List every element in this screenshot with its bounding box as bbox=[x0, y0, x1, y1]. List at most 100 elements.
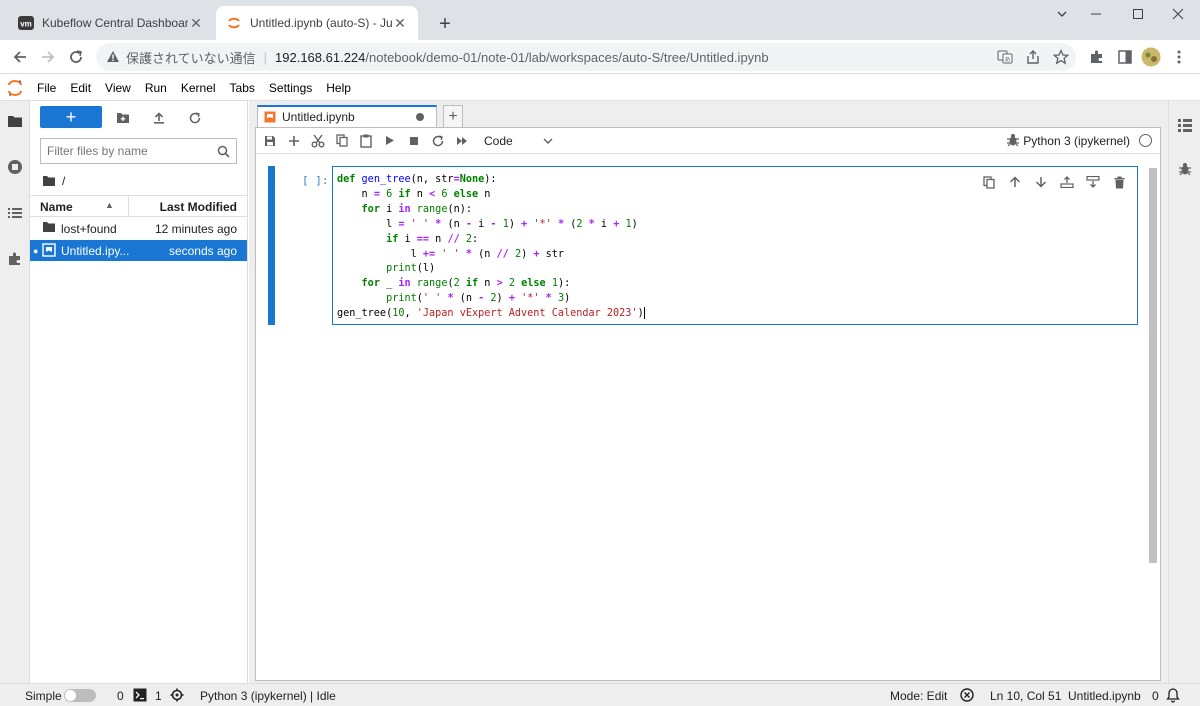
cell-type-select[interactable]: Code bbox=[484, 134, 564, 148]
file-filter-input[interactable] bbox=[47, 144, 217, 158]
save-icon[interactable] bbox=[258, 129, 282, 153]
file-browser: + / Name ▲ Last Modified bbox=[30, 101, 248, 683]
menu-tabs[interactable]: Tabs bbox=[223, 75, 262, 101]
property-inspector-icon[interactable] bbox=[1175, 115, 1195, 135]
menu-view[interactable]: View bbox=[98, 75, 138, 101]
file-filter-field[interactable] bbox=[40, 138, 237, 164]
editor-mode: Mode: Edit bbox=[890, 689, 948, 703]
trust-shield-icon[interactable] bbox=[960, 688, 974, 702]
cell-type-value: Code bbox=[484, 133, 513, 148]
kernel-name-button[interactable]: Python 3 (ipykernel) bbox=[1023, 134, 1130, 148]
jupyter-favicon-icon bbox=[226, 15, 242, 31]
upload-icon[interactable] bbox=[150, 109, 168, 127]
menu-edit[interactable]: Edit bbox=[63, 75, 98, 101]
file-row-selected[interactable]: ● Untitled.ipy... seconds ago bbox=[30, 240, 247, 261]
new-folder-icon[interactable] bbox=[114, 109, 132, 127]
new-tab-button[interactable]: + bbox=[432, 11, 458, 37]
scrollbar-thumb[interactable] bbox=[1149, 168, 1157, 563]
terminal-icon[interactable] bbox=[133, 688, 147, 702]
move-down-icon[interactable] bbox=[1031, 173, 1051, 191]
tab-notebook[interactable]: Untitled.ipynb bbox=[257, 105, 437, 127]
maximize-button[interactable] bbox=[1116, 0, 1160, 28]
share-icon[interactable] bbox=[1022, 46, 1044, 68]
notification-bell-icon[interactable] bbox=[1166, 687, 1180, 703]
close-tab-icon[interactable]: ✕ bbox=[188, 15, 204, 31]
notebook-scrollbar[interactable] bbox=[1148, 158, 1158, 678]
main-area: Untitled.ipynb + Code Python 3 (ipykerne… bbox=[249, 101, 1168, 683]
search-icon bbox=[217, 145, 230, 158]
file-row[interactable]: lost+found 12 minutes ago bbox=[30, 218, 247, 239]
side-panel-icon[interactable] bbox=[1114, 46, 1136, 68]
extensions-icon[interactable] bbox=[5, 249, 25, 269]
duplicate-cell-icon[interactable] bbox=[979, 173, 999, 191]
simple-mode-label: Simple bbox=[25, 689, 62, 703]
bookmark-star-icon[interactable] bbox=[1050, 46, 1072, 68]
url-separator: | bbox=[263, 49, 268, 65]
close-window-button[interactable] bbox=[1156, 0, 1200, 28]
move-up-icon[interactable] bbox=[1005, 173, 1025, 191]
url-host: 192.168.61.224 bbox=[275, 49, 366, 65]
running-icon[interactable] bbox=[5, 157, 25, 177]
notebook-toolbar: Code Python 3 (ipykernel) bbox=[256, 128, 1160, 154]
debugger-bug-icon[interactable] bbox=[1006, 133, 1020, 147]
code-cell[interactable]: [ ]: def gen_tree(n, str=None): n = 6 if… bbox=[268, 166, 1140, 326]
svg-text:vm: vm bbox=[20, 20, 32, 29]
browser-tab-jupyter[interactable]: Untitled.ipynb (auto-S) - Jupyter ✕ bbox=[216, 6, 418, 40]
kernel-gear-icon[interactable] bbox=[170, 688, 184, 702]
sort-up-icon[interactable]: ▲ bbox=[105, 200, 114, 210]
reload-icon[interactable] bbox=[64, 46, 88, 68]
profile-avatar[interactable] bbox=[1140, 46, 1162, 68]
add-tab-button[interactable]: + bbox=[443, 105, 463, 127]
unsaved-dot-icon[interactable] bbox=[416, 113, 424, 121]
jupyter-logo-icon bbox=[0, 75, 30, 101]
stop-icon[interactable] bbox=[402, 129, 426, 153]
copy-icon[interactable] bbox=[330, 129, 354, 153]
menu-settings[interactable]: Settings bbox=[262, 75, 319, 101]
security-status[interactable]: 保護されていない通信 bbox=[126, 48, 256, 67]
notebook-tab-icon bbox=[264, 111, 276, 123]
close-tab-icon[interactable]: ✕ bbox=[392, 15, 408, 31]
tab-title: Untitled.ipynb bbox=[282, 110, 355, 124]
home-folder-icon[interactable] bbox=[42, 175, 56, 187]
cell-collapser[interactable] bbox=[268, 166, 275, 325]
folder-icon[interactable] bbox=[5, 111, 25, 131]
minimize-button[interactable] bbox=[1074, 0, 1118, 28]
simple-mode-toggle[interactable] bbox=[64, 689, 96, 702]
menu-help[interactable]: Help bbox=[319, 75, 358, 101]
column-modified-header[interactable]: Last Modified bbox=[160, 200, 237, 214]
extensions-puzzle-icon[interactable] bbox=[1086, 46, 1108, 68]
cursor-position[interactable]: Ln 10, Col 51 bbox=[990, 689, 1061, 703]
kernel-status[interactable]: Python 3 (ipykernel) | Idle bbox=[200, 689, 336, 703]
more-options-icon[interactable] bbox=[1168, 46, 1190, 68]
terminal-count[interactable]: 0 bbox=[117, 689, 124, 703]
cell-editor[interactable]: def gen_tree(n, str=None): n = 6 if n < … bbox=[332, 166, 1138, 325]
insert-below-icon[interactable] bbox=[1083, 173, 1103, 191]
breadcrumb-root[interactable]: / bbox=[62, 174, 65, 188]
browser-tab-kubeflow[interactable]: vm Kubeflow Central Dashboard ✕ bbox=[8, 6, 214, 40]
left-sidebar bbox=[0, 101, 30, 683]
insert-cell-icon[interactable] bbox=[282, 129, 306, 153]
code-content[interactable]: def gen_tree(n, str=None): n = 6 if n < … bbox=[337, 173, 645, 322]
menu-kernel[interactable]: Kernel bbox=[174, 75, 223, 101]
fast-forward-icon[interactable] bbox=[450, 129, 474, 153]
refresh-icon[interactable] bbox=[186, 109, 204, 127]
debugger-bug-icon[interactable] bbox=[1175, 159, 1195, 179]
kernel-count[interactable]: 1 bbox=[155, 689, 162, 703]
insert-above-icon[interactable] bbox=[1057, 173, 1077, 191]
menu-file[interactable]: File bbox=[30, 75, 63, 101]
paste-icon[interactable] bbox=[354, 129, 378, 153]
column-name-header[interactable]: Name bbox=[40, 200, 73, 214]
restart-icon[interactable] bbox=[426, 129, 450, 153]
translate-icon[interactable]: あ bbox=[994, 46, 1016, 68]
cut-icon[interactable] bbox=[306, 129, 330, 153]
new-launcher-button[interactable]: + bbox=[40, 106, 102, 128]
delete-cell-icon[interactable] bbox=[1109, 173, 1129, 191]
run-icon[interactable] bbox=[378, 129, 402, 153]
menu-run[interactable]: Run bbox=[138, 75, 174, 101]
forward-arrow-icon[interactable] bbox=[36, 46, 60, 68]
browser-toolbar: 保護されていない通信 | 192.168.61.224/notebook/dem… bbox=[0, 40, 1200, 74]
back-arrow-icon[interactable] bbox=[8, 46, 32, 68]
notification-count[interactable]: 0 bbox=[1152, 689, 1159, 703]
toc-icon[interactable] bbox=[5, 203, 25, 223]
address-bar[interactable]: 保護されていない通信 | 192.168.61.224/notebook/dem… bbox=[96, 43, 1076, 71]
